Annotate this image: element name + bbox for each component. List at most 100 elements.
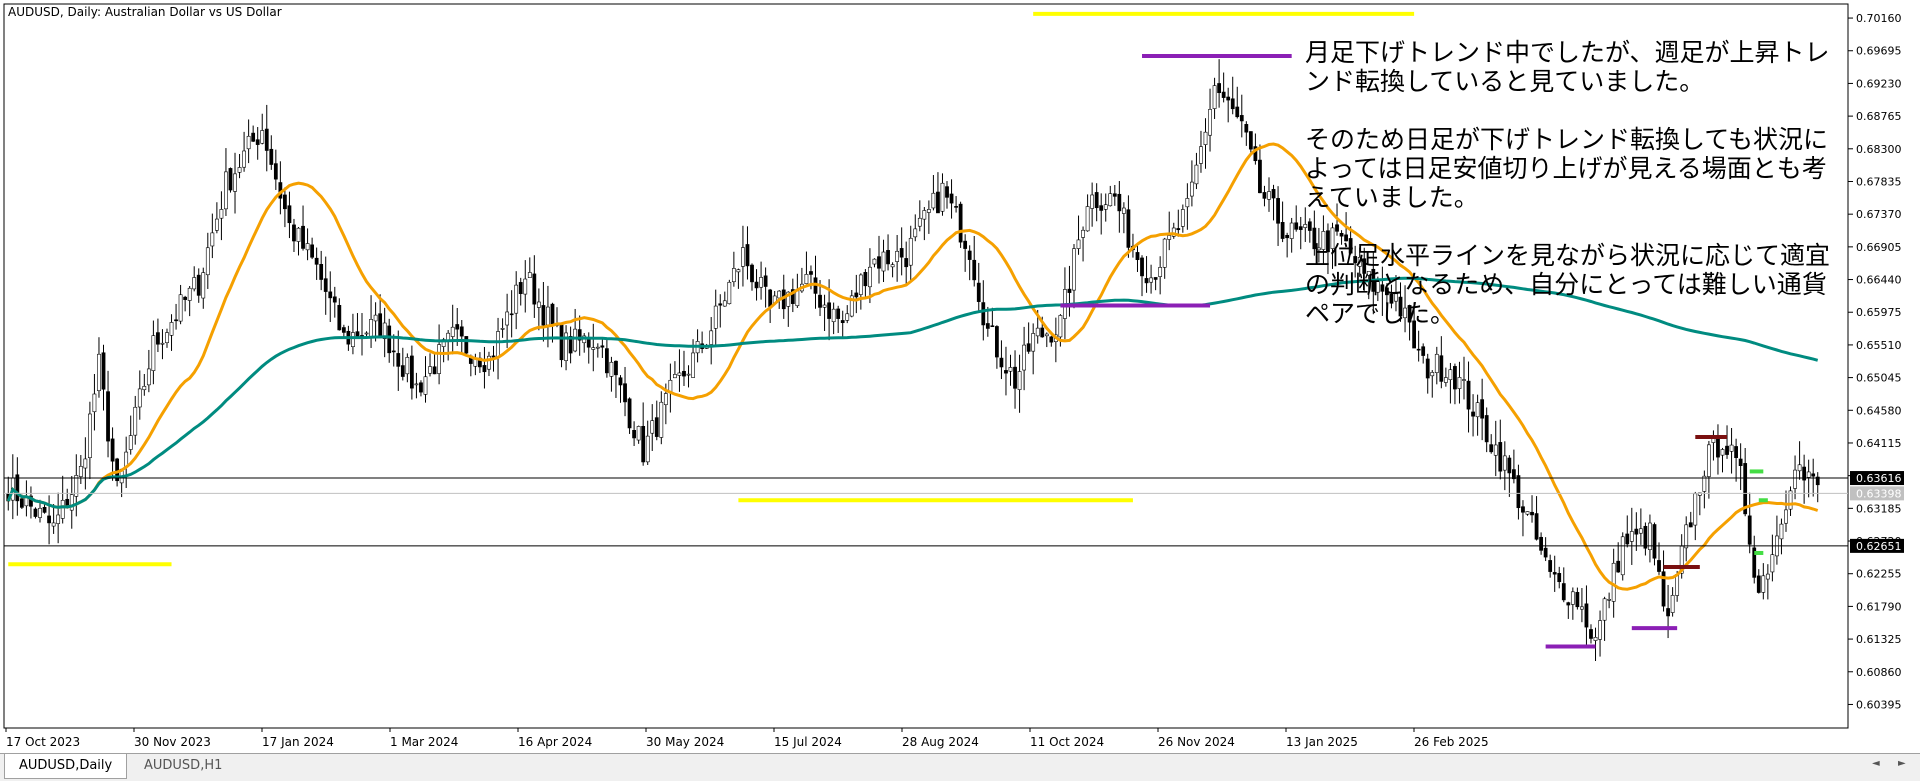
candle-body (450, 326, 455, 337)
annotation-text: 月足下げトレンド中でしたが、週足が上昇トレンド転換していると見ていました。 その… (1305, 38, 1845, 357)
candle-body (1543, 547, 1548, 558)
candle-body (1149, 277, 1153, 283)
candle-body (60, 499, 65, 519)
candle-body (160, 342, 165, 345)
scroll-left-icon[interactable]: ◄ (1872, 758, 1880, 769)
candle-body (1466, 380, 1471, 410)
scroll-right-icon[interactable]: ► (1898, 758, 1906, 769)
candle-body (133, 406, 138, 436)
candle-body (713, 305, 718, 329)
chart-window[interactable]: 0.70160 0.69695 0.69230 0.68765 0.68300 0.678… (0, 0, 1920, 780)
candle-body (1235, 106, 1240, 118)
candle-body (1176, 228, 1181, 231)
candle-body (1806, 471, 1811, 478)
candle-body (976, 282, 981, 302)
y-tick-label: 0.69230 (1856, 77, 1902, 90)
candle-body (1557, 573, 1562, 583)
candle-body (319, 264, 324, 280)
candle-body (1561, 583, 1566, 601)
candle-body (1793, 469, 1797, 489)
candle-body (1566, 602, 1571, 606)
candle-body (1185, 198, 1190, 208)
candle-body (1167, 235, 1172, 240)
candle-body (78, 465, 83, 477)
candle-body (854, 292, 859, 298)
y-tick-label: 0.65045 (1856, 372, 1902, 385)
candle-body (559, 324, 564, 361)
candle-body (337, 305, 342, 331)
candle-body (296, 227, 301, 242)
candle-body (165, 332, 169, 344)
candle-body (83, 458, 88, 469)
candle-body (237, 167, 242, 173)
candle-body (913, 228, 918, 238)
tab-audusd-daily[interactable]: AUDUSD,Daily (4, 754, 128, 779)
candle-body (1439, 355, 1444, 382)
y-tick-label: 0.65975 (1856, 306, 1902, 319)
candle-body (51, 522, 56, 527)
candle-body (1076, 239, 1081, 249)
candle-body (1761, 575, 1766, 593)
candle-body (949, 193, 954, 204)
candle-body (981, 302, 986, 326)
candle-body (146, 368, 151, 386)
y-tick-label: 0.63185 (1856, 502, 1902, 515)
candle-body (1140, 257, 1144, 277)
candle-body (1507, 457, 1512, 474)
candle-body (1258, 159, 1262, 194)
candle-body (1239, 115, 1244, 122)
candle-body (763, 275, 768, 287)
candle-body (514, 284, 519, 314)
candle-body (214, 218, 219, 231)
candle-body (1688, 522, 1693, 528)
candle-body (373, 314, 378, 322)
candle-body (591, 347, 596, 350)
candle-body (1607, 599, 1612, 601)
candle-body (1008, 367, 1013, 372)
candle-body (233, 173, 237, 192)
candle-body (1725, 445, 1729, 455)
candle-body (691, 352, 695, 378)
candle-body (945, 186, 949, 198)
y-tick-label: 0.62255 (1856, 568, 1902, 581)
candle-body (1285, 234, 1290, 239)
candle-body (351, 332, 355, 347)
candle-body (1090, 194, 1095, 209)
candle-body (1004, 370, 1008, 374)
candle-body (432, 366, 437, 375)
candle-body (1276, 198, 1280, 224)
candle-body (1516, 475, 1521, 509)
candle-body (895, 250, 900, 262)
candle-body (387, 325, 392, 354)
y-tick-label: 0.66440 (1856, 274, 1902, 287)
candle-body (255, 139, 260, 145)
candle-body (1484, 415, 1489, 443)
candle-body (1135, 252, 1140, 261)
candle-body (1049, 336, 1054, 343)
candle-body (1425, 358, 1430, 379)
candle-body (954, 206, 958, 208)
candle-body (1670, 595, 1675, 613)
candle-body (536, 301, 541, 308)
candle-body (759, 277, 763, 288)
candle-body (1629, 531, 1634, 542)
y-tick-label: 0.66905 (1856, 241, 1902, 254)
candle-body (1734, 446, 1738, 459)
candle-body (1022, 344, 1026, 371)
candle-body (677, 372, 682, 376)
candle-body (47, 515, 51, 524)
candle-body (396, 353, 401, 367)
candle-body (405, 357, 410, 375)
candle-body (1443, 377, 1448, 383)
candle-body (97, 353, 101, 392)
candle-body (1707, 444, 1711, 477)
candle-body (931, 192, 936, 209)
candle-body (985, 323, 990, 329)
candle-body (600, 345, 605, 348)
tab-audusd-h1[interactable]: AUDUSD,H1 (130, 754, 236, 778)
chart-title: AUDUSD, Daily: Australian Dollar vs US D… (8, 5, 282, 19)
candle-body (1462, 379, 1466, 381)
candle-body (106, 391, 110, 442)
candle-body (464, 336, 469, 354)
candle-body (645, 435, 650, 463)
